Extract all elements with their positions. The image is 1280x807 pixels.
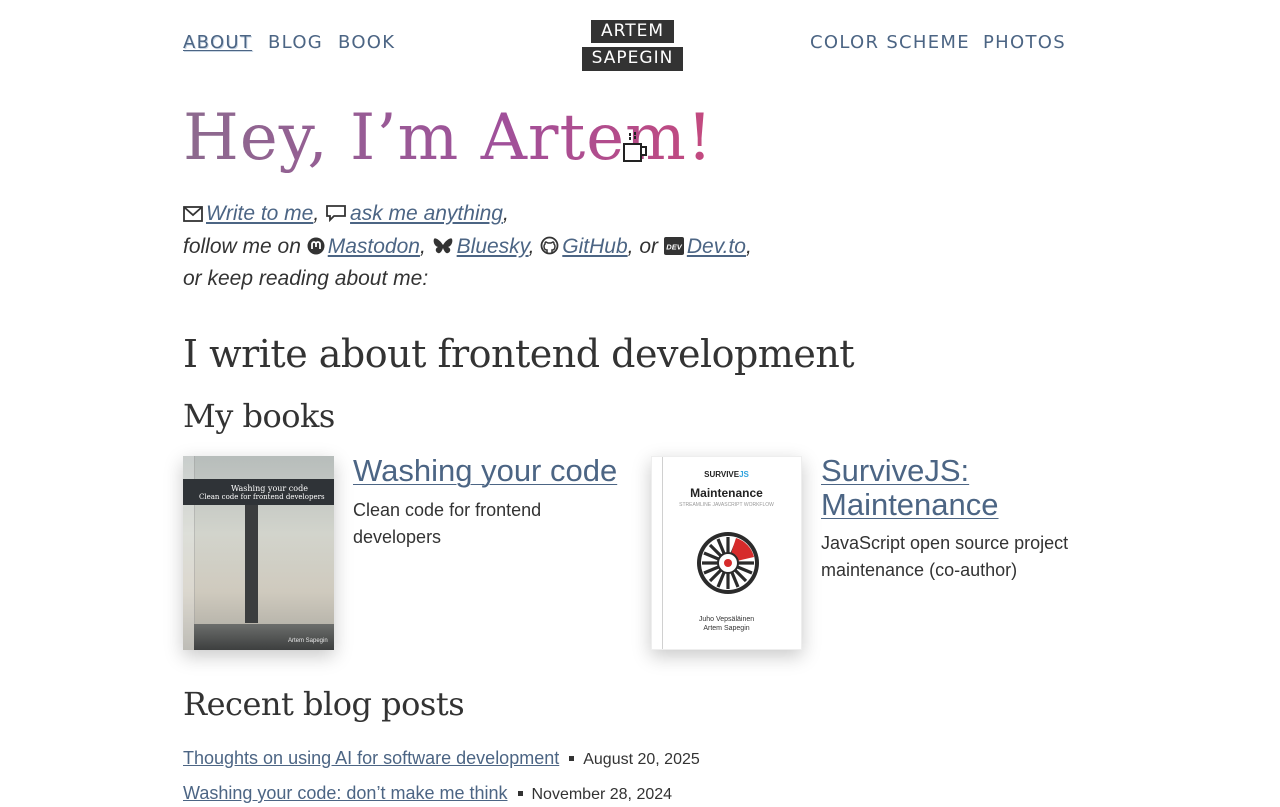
nav-blog[interactable]: BLOG [268,33,323,53]
mail-icon [183,202,206,225]
post-date: August 20, 2025 [583,751,700,768]
bluesky-icon [432,235,457,258]
follow-text: follow me on [183,234,301,258]
ask-me-anything-link[interactable]: ask me anything [350,202,503,225]
cover-tagline: STREAMLINE JAVASCRIPT WORKFLOW [679,502,774,508]
intro-text: Write to me, ask me anything, follow me … [183,202,752,290]
list-item: Thoughts on using AI for software develo… [183,746,700,772]
intro-sep: , [502,202,509,225]
coffee-icon [622,131,650,168]
cover-author: Artem Sapegin [288,638,328,644]
book-title-link[interactable]: SurviveJS: Maintenance [821,454,1051,522]
cover-title: Washing your code [231,484,308,493]
book-cover-washing-your-code[interactable]: Washing your code Clean code for fronten… [183,456,334,650]
closing-text: or keep reading about me: [183,267,429,290]
svg-text:DEV: DEV [666,242,682,251]
cover-authors: Juho Vepsäläinen Artem Sapegin [698,616,755,632]
book-description: Clean code for frontend developers [353,500,542,547]
mastodon-link[interactable]: Mastodon [328,235,420,258]
turbine-icon [696,531,760,600]
chat-icon [325,202,350,225]
devto-link[interactable]: Dev.to [687,235,746,258]
mastodon-icon [307,235,328,258]
post-date: November 28, 2024 [531,786,673,803]
bluesky-link[interactable]: Bluesky [457,235,529,258]
cover-title: Maintenance [690,486,763,500]
cover-pole [245,505,258,623]
post-link[interactable]: Thoughts on using AI for software develo… [183,748,559,768]
intro-sep: , [313,202,320,225]
post-link[interactable]: Washing your code: don’t make me think [183,783,508,803]
cover-subtitle: Clean code for frontend developers [199,493,325,501]
github-icon [540,235,562,258]
section-title: I write about frontend development [183,332,855,376]
cover-brand: SURVIVEJS [704,470,749,479]
nav-book[interactable]: BOOK [338,33,395,53]
github-link[interactable]: GitHub [562,235,627,258]
or-text: , or [627,234,658,258]
devto-icon: DEV [663,235,687,258]
logo-line-2: SAPEGIN [582,47,683,71]
nav-about[interactable]: ABOUT [183,33,252,53]
nav-color-scheme[interactable]: COLOR SCHEME [810,33,970,53]
cover-base [194,624,334,650]
list-item: Washing your code: don’t make me think No… [183,781,672,807]
nav-photos[interactable]: PHOTOS [983,33,1066,53]
site-logo[interactable]: ARTEM SAPEGIN [582,20,683,72]
bullet-separator [569,756,575,761]
recent-posts-heading: Recent blog posts [183,685,465,723]
book-title-link[interactable]: Washing your code [353,454,617,488]
bullet-separator [517,791,523,796]
write-to-me-link[interactable]: Write to me [206,202,313,225]
book-description: JavaScript open source project maintenan… [821,533,1069,580]
books-heading: My books [183,397,335,435]
logo-line-1: ARTEM [591,20,674,43]
book-cover-survivejs[interactable]: SURVIVEJS Maintenance STREAMLINE JAVASCR… [651,456,802,650]
